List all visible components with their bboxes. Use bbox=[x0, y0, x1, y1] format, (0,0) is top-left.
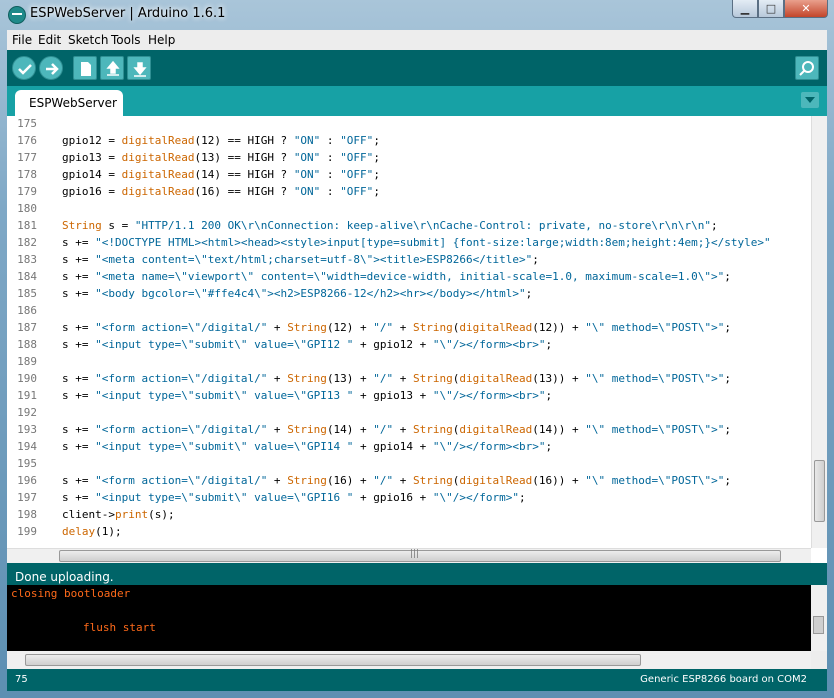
console-line: closing bootloader bbox=[11, 587, 131, 600]
line-number: 197 bbox=[17, 491, 37, 504]
new-button[interactable] bbox=[73, 56, 97, 80]
menu-edit[interactable]: Edit bbox=[38, 33, 61, 47]
line-number: 180 bbox=[17, 202, 37, 215]
line-number: 181 bbox=[17, 219, 37, 232]
line-number: 185 bbox=[17, 287, 37, 300]
line-number: 194 bbox=[17, 440, 37, 453]
editor-vertical-thumb[interactable] bbox=[814, 460, 825, 522]
code-text[interactable]: s += "<form action=\"/digital/" + String… bbox=[62, 423, 731, 436]
line-number: 184 bbox=[17, 270, 37, 283]
menu-file[interactable]: File bbox=[12, 33, 32, 47]
code-text[interactable]: gpio13 = digitalRead(13) == HIGH ? "ON" … bbox=[62, 151, 380, 164]
code-text[interactable]: gpio14 = digitalRead(14) == HIGH ? "ON" … bbox=[62, 168, 380, 181]
new-icon bbox=[81, 62, 91, 76]
console-output: closing bootloader flush start bbox=[7, 585, 827, 651]
line-number: 188 bbox=[17, 338, 37, 351]
upload-button[interactable] bbox=[39, 56, 63, 80]
code-text[interactable]: s += "<form action=\"/digital/" + String… bbox=[62, 474, 731, 487]
code-text[interactable]: s += "<form action=\"/digital/" + String… bbox=[62, 321, 731, 334]
save-icon bbox=[133, 62, 147, 77]
maximize-button[interactable]: □ bbox=[758, 0, 784, 18]
toolbar bbox=[7, 50, 827, 86]
code-area[interactable]: 175 176 gpio12 = digitalRead(12) == HIGH ?… bbox=[7, 116, 807, 548]
line-number: 178 bbox=[17, 168, 37, 181]
menu-sketch[interactable]: Sketch bbox=[68, 33, 108, 47]
line-number: 177 bbox=[17, 151, 37, 164]
tab-bar: ESPWebServer bbox=[7, 86, 827, 116]
save-button[interactable] bbox=[127, 56, 151, 80]
arduino-window: ESPWebServer | Arduino 1.6.1 ▁ □ ✕ File … bbox=[0, 0, 834, 698]
line-number: 199 bbox=[17, 525, 37, 538]
serial-monitor-button[interactable] bbox=[795, 56, 819, 80]
code-text[interactable]: s += "<input type=\"submit\" value=\"GPI… bbox=[62, 389, 552, 402]
app-icon bbox=[8, 6, 26, 24]
tab-espwebserver[interactable]: ESPWebServer bbox=[15, 90, 123, 116]
line-number: 176 bbox=[17, 134, 37, 147]
code-text[interactable]: s += "<meta name=\"viewport\" content=\"… bbox=[62, 270, 731, 283]
code-text[interactable]: s += "<!DOCTYPE HTML><html><head><style>… bbox=[62, 236, 771, 249]
open-button[interactable] bbox=[100, 56, 124, 80]
upload-icon bbox=[46, 63, 59, 75]
window-controls: ▁ □ ✕ bbox=[732, 0, 828, 20]
line-number-indicator: 75 bbox=[15, 674, 28, 685]
menu-help[interactable]: Help bbox=[148, 33, 175, 47]
code-text[interactable]: client->print(s); bbox=[62, 508, 175, 521]
menu-tools[interactable]: Tools bbox=[111, 33, 141, 47]
serial-monitor-icon bbox=[799, 61, 814, 76]
code-text[interactable]: String s = "HTTP/1.1 200 OK\r\nConnectio… bbox=[62, 219, 718, 232]
line-number: 195 bbox=[17, 457, 37, 470]
ide-frame: File Edit Sketch Tools Help ESPWebServer… bbox=[7, 30, 827, 691]
code-text[interactable]: gpio12 = digitalRead(12) == HIGH ? "ON" … bbox=[62, 134, 380, 147]
code-text[interactable]: s += "<body bgcolor=\"#ffe4c4\"><h2>ESP8… bbox=[62, 287, 532, 300]
verify-icon bbox=[18, 64, 32, 75]
menu-bar: File Edit Sketch Tools Help bbox=[7, 30, 827, 50]
line-number: 186 bbox=[17, 304, 37, 317]
tab-menu-icon[interactable] bbox=[801, 92, 819, 108]
line-number: 198 bbox=[17, 508, 37, 521]
editor-vertical-scrollbar[interactable] bbox=[811, 116, 827, 548]
minimize-button[interactable]: ▁ bbox=[732, 0, 758, 18]
line-number: 187 bbox=[17, 321, 37, 334]
line-number: 193 bbox=[17, 423, 37, 436]
line-number: 183 bbox=[17, 253, 37, 266]
open-icon bbox=[106, 60, 120, 76]
editor-horizontal-scrollbar[interactable] bbox=[7, 548, 811, 563]
console-horizontal-scrollbar[interactable] bbox=[7, 651, 811, 669]
code-text[interactable]: s += "<input type=\"submit\" value=\"GPI… bbox=[62, 440, 552, 453]
board-port-indicator: Generic ESP8266 board on COM2 bbox=[640, 674, 807, 685]
editor-horizontal-thumb[interactable] bbox=[59, 549, 781, 562]
line-number: 190 bbox=[17, 372, 37, 385]
line-number: 192 bbox=[17, 406, 37, 419]
console-line: flush start bbox=[83, 621, 156, 634]
close-button[interactable]: ✕ bbox=[784, 0, 828, 18]
code-text[interactable]: gpio16 = digitalRead(16) == HIGH ? "ON" … bbox=[62, 185, 380, 198]
console-vertical-scrollbar[interactable] bbox=[811, 585, 827, 651]
console-horizontal-thumb[interactable] bbox=[25, 654, 641, 666]
line-number: 191 bbox=[17, 389, 37, 402]
line-number: 179 bbox=[17, 185, 37, 198]
footer-bar: 75 Generic ESP8266 board on COM2 bbox=[7, 669, 827, 691]
code-text[interactable]: s += "<meta content=\"text/html;charset=… bbox=[62, 253, 539, 266]
verify-button[interactable] bbox=[12, 56, 36, 80]
status-bar: Done uploading. bbox=[7, 563, 827, 585]
line-number: 175 bbox=[17, 117, 37, 130]
code-text[interactable]: s += "<input type=\"submit\" value=\"GPI… bbox=[62, 491, 526, 504]
console-vertical-thumb[interactable] bbox=[813, 616, 824, 634]
title-bar: ESPWebServer | Arduino 1.6.1 ▁ □ ✕ bbox=[0, 0, 834, 30]
code-editor[interactable]: 175 176 gpio12 = digitalRead(12) == HIGH ?… bbox=[7, 116, 827, 563]
code-text[interactable]: s += "<input type=\"submit\" value=\"GPI… bbox=[62, 338, 552, 351]
code-text[interactable]: delay(1); bbox=[62, 525, 122, 538]
code-text[interactable]: s += "<form action=\"/digital/" + String… bbox=[62, 372, 731, 385]
line-number: 189 bbox=[17, 355, 37, 368]
window-title: ESPWebServer | Arduino 1.6.1 bbox=[30, 6, 226, 21]
line-number: 182 bbox=[17, 236, 37, 249]
line-number: 196 bbox=[17, 474, 37, 487]
